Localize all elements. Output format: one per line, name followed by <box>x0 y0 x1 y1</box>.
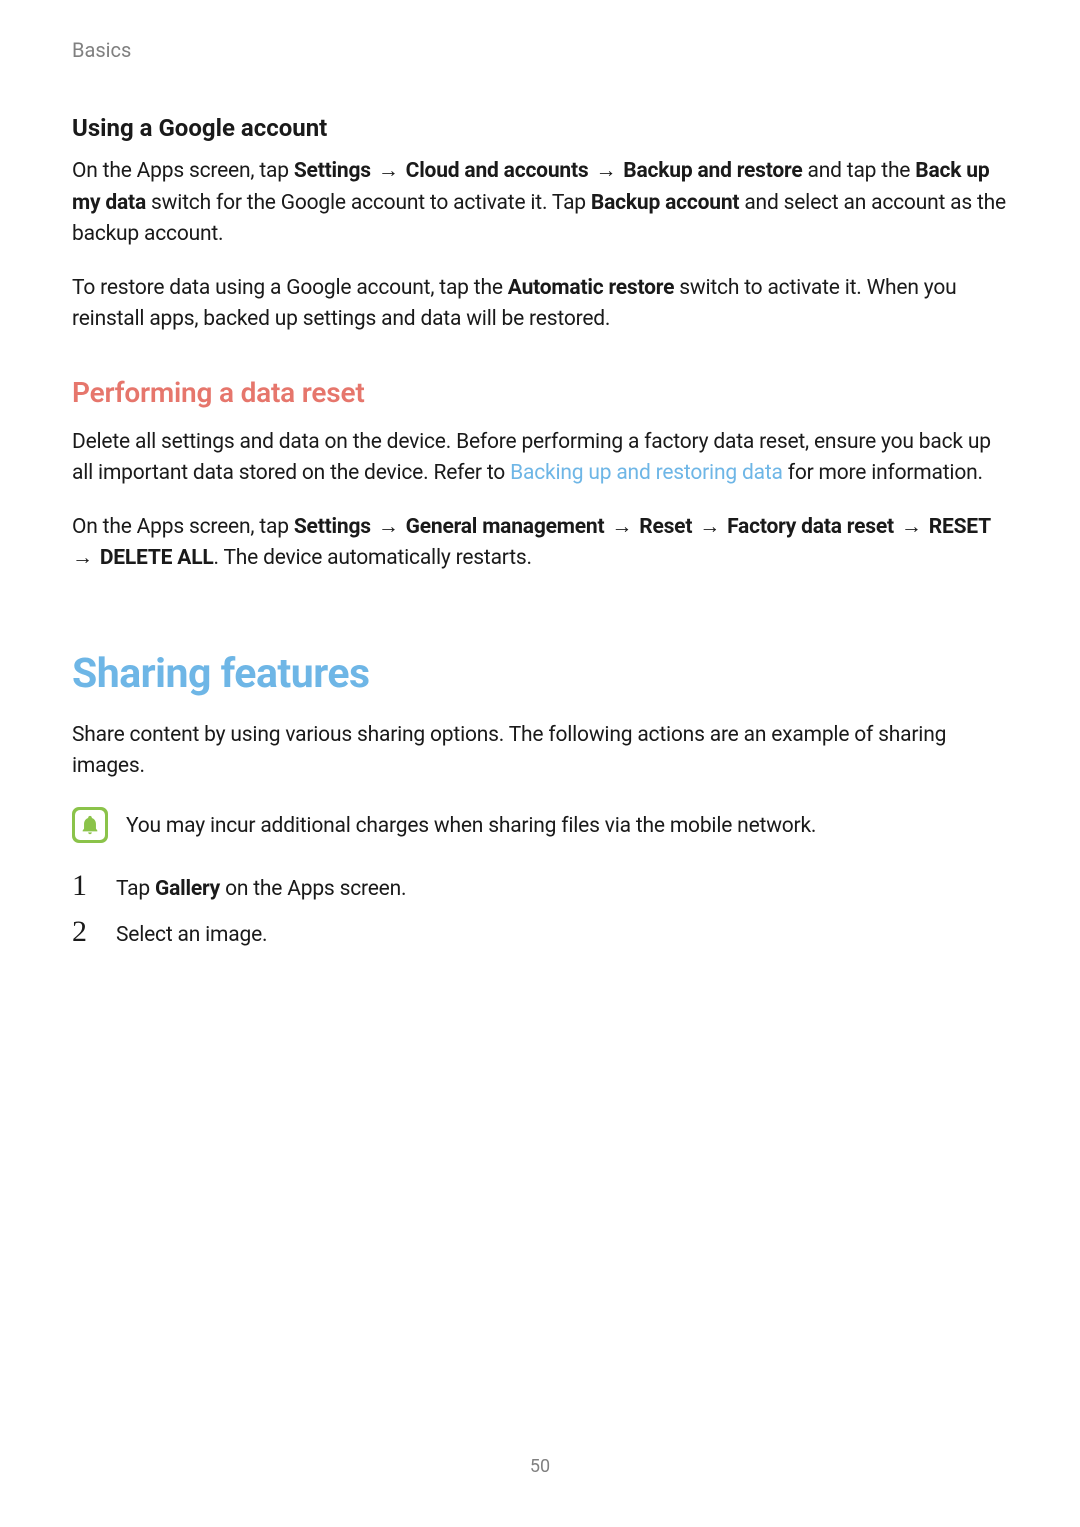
text: and tap the <box>803 159 916 183</box>
paragraph-data-reset-intro: Delete all settings and data on the devi… <box>72 427 1008 490</box>
page-content: Using a Google account On the Apps scree… <box>0 0 1080 952</box>
step-number: 1 <box>72 871 116 901</box>
bold-text: Settings <box>294 515 371 539</box>
arrow-icon: → <box>588 159 623 183</box>
step-2: 2 Select an image. <box>72 917 1008 952</box>
arrow-icon: → <box>604 515 639 539</box>
note-callout: You may incur additional charges when sh… <box>72 805 1008 843</box>
step-text: Select an image. <box>116 920 267 952</box>
bold-text: Settings <box>294 159 371 183</box>
paragraph-google-restore: To restore data using a Google account, … <box>72 273 1008 336</box>
step-text: Tap Gallery on the Apps screen. <box>116 874 406 906</box>
bold-text: Factory data reset <box>727 515 894 539</box>
bold-text: Backup and restore <box>623 159 802 183</box>
major-heading-sharing-features: Sharing features <box>72 650 1008 698</box>
note-icon-bg <box>75 810 105 840</box>
text: Tap <box>116 877 155 901</box>
step-1: 1 Tap Gallery on the Apps screen. <box>72 871 1008 906</box>
paragraph-data-reset-steps: On the Apps screen, tap Settings → Gener… <box>72 512 1008 575</box>
bold-text: Backup account <box>591 191 739 215</box>
text: for more information. <box>783 461 983 485</box>
step-number: 2 <box>72 917 116 947</box>
arrow-icon: → <box>692 515 727 539</box>
text: on the Apps screen. <box>220 877 406 901</box>
bold-text: DELETE ALL <box>100 546 214 570</box>
text: switch for the Google account to activat… <box>146 191 591 215</box>
bold-text: RESET <box>929 515 991 539</box>
bold-text: Gallery <box>155 877 220 901</box>
bold-text: General management <box>406 515 605 539</box>
arrow-icon: → <box>371 159 406 183</box>
text: On the Apps screen, tap <box>72 159 294 183</box>
note-text: You may incur additional charges when sh… <box>126 805 816 843</box>
section-heading-data-reset: Performing a data reset <box>72 376 1008 409</box>
page-section-header: Basics <box>72 38 131 62</box>
page-number: 50 <box>0 1456 1080 1477</box>
note-icon-frame <box>72 807 108 843</box>
bell-icon <box>79 814 101 836</box>
link-backup-restore-data[interactable]: Backing up and restoring data <box>510 461 783 485</box>
arrow-icon: → <box>894 515 929 539</box>
arrow-icon: → <box>371 515 406 539</box>
text: Select an image. <box>116 923 267 947</box>
paragraph-google-backup: On the Apps screen, tap Settings → Cloud… <box>72 156 1008 251</box>
text: On the Apps screen, tap <box>72 515 294 539</box>
bold-text: Cloud and accounts <box>406 159 589 183</box>
subheading-google-account: Using a Google account <box>72 114 1008 142</box>
bold-text: Reset <box>639 515 692 539</box>
text: To restore data using a Google account, … <box>72 276 508 300</box>
text: . The device automatically restarts. <box>214 546 532 570</box>
paragraph-sharing-intro: Share content by using various sharing o… <box>72 720 1008 783</box>
bold-text: Automatic restore <box>508 276 674 300</box>
